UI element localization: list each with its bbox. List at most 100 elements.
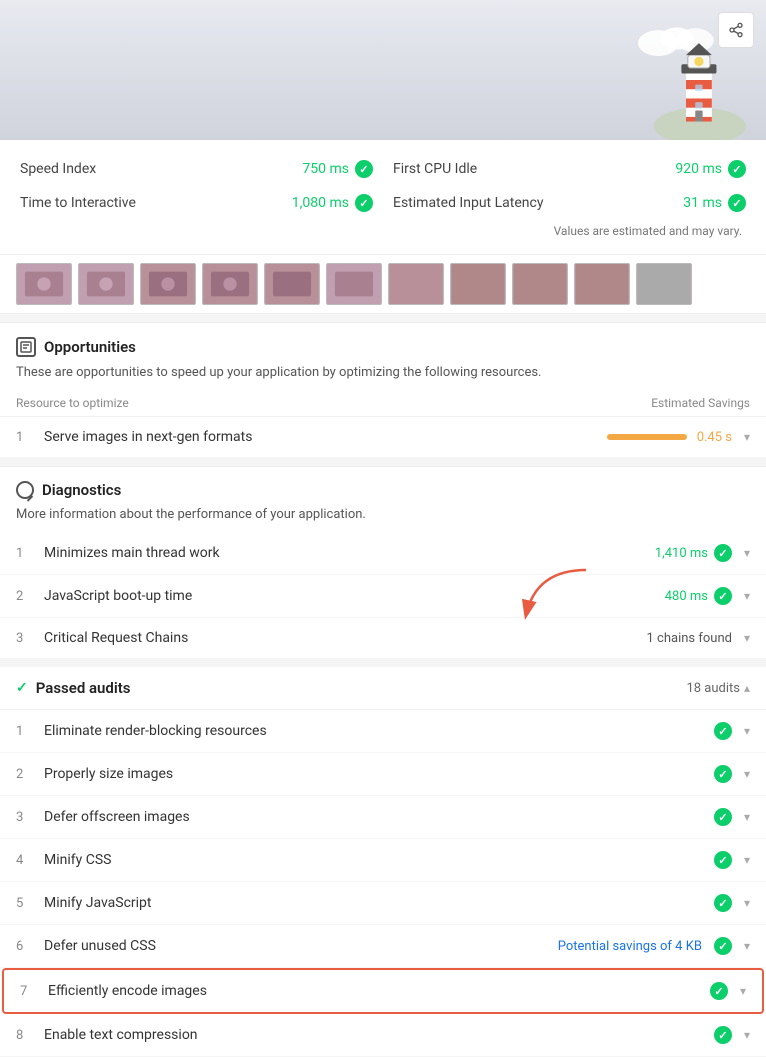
diagnostic-row-1[interactable]: 1 Minimizes main thread work 1,410 ms ▾ xyxy=(0,532,766,575)
diagnostic-label-3: Critical Request Chains xyxy=(44,630,635,646)
passed-label-3: Defer offscreen images xyxy=(44,809,702,825)
filmstrip-thumb-9 xyxy=(512,263,568,305)
passed-row-6[interactable]: 6 Defer unused CSS Potential savings of … xyxy=(0,925,766,968)
input-latency-row: Estimated Input Latency 31 ms xyxy=(393,190,746,216)
passed-label-2: Properly size images xyxy=(44,766,702,782)
passed-check-4 xyxy=(714,851,732,869)
diagnostic-value-2: 480 ms xyxy=(665,587,732,605)
passed-audits-chevron[interactable]: ▴ xyxy=(744,681,750,695)
passed-check-8 xyxy=(714,1026,732,1044)
passed-check-3 xyxy=(714,808,732,826)
input-latency-check xyxy=(728,194,746,212)
passed-label-4: Minify CSS xyxy=(44,852,702,868)
passed-audits-count-group: 18 audits ▴ xyxy=(686,681,750,696)
metrics-section: Speed Index 750 ms First CPU Idle 920 ms… xyxy=(0,140,766,255)
passed-num-1: 1 xyxy=(16,724,32,739)
filmstrip-thumb-3 xyxy=(140,263,196,305)
filmstrip-thumb-7 xyxy=(388,263,444,305)
col-resource-label: Resource to optimize xyxy=(16,396,129,410)
diagnostic-num-3: 3 xyxy=(16,631,32,646)
speed-index-label: Speed Index xyxy=(20,161,96,177)
arrow-annotation-2 xyxy=(516,565,596,625)
diagnostic-num-1: 1 xyxy=(16,546,32,561)
filmstrip-thumb-8 xyxy=(450,263,506,305)
passed-num-5: 5 xyxy=(16,896,32,911)
diagnostic-chevron-1[interactable]: ▾ xyxy=(744,546,750,560)
diagnostic-chains-3: 1 chains found xyxy=(647,631,732,646)
input-latency-value: 31 ms xyxy=(683,195,722,211)
diagnostic-chevron-2[interactable]: ▾ xyxy=(744,589,750,603)
passed-label-7: Efficiently encode images xyxy=(48,983,698,999)
passed-row-7[interactable]: 7 Efficiently encode images ▾ xyxy=(2,968,764,1014)
col-savings-label: Estimated Savings xyxy=(651,396,750,410)
tti-row: Time to Interactive 1,080 ms xyxy=(20,190,373,216)
passed-chevron-3[interactable]: ▾ xyxy=(744,810,750,824)
passed-row-8[interactable]: 8 Enable text compression ▾ xyxy=(0,1014,766,1057)
opportunities-icon xyxy=(16,337,36,357)
opportunities-title: Opportunities xyxy=(44,338,136,356)
passed-chevron-2[interactable]: ▾ xyxy=(744,767,750,781)
diagnostics-desc: More information about the performance o… xyxy=(0,505,766,532)
header-area xyxy=(0,0,766,140)
diagnostic-ms-1: 1,410 ms xyxy=(655,546,708,561)
passed-check-7 xyxy=(710,982,728,1000)
passed-chevron-7[interactable]: ▾ xyxy=(740,984,746,998)
passed-chevron-5[interactable]: ▾ xyxy=(744,896,750,910)
metrics-disclaimer: Values are estimated and may vary. xyxy=(20,224,746,238)
passed-row-4[interactable]: 4 Minify CSS ▾ xyxy=(0,839,766,882)
speed-index-value: 750 ms xyxy=(302,161,349,177)
diagnostic-row-2[interactable]: 2 JavaScript boot-up time 480 ms ▾ xyxy=(0,575,766,618)
diagnostics-title: Diagnostics xyxy=(42,481,121,499)
tti-label: Time to Interactive xyxy=(20,195,136,211)
passed-num-2: 2 xyxy=(16,767,32,782)
diagnostic-check-2 xyxy=(714,587,732,605)
opportunities-desc: These are opportunities to speed up your… xyxy=(0,363,766,390)
tti-value: 1,080 ms xyxy=(292,195,349,211)
passed-check-2 xyxy=(714,765,732,783)
passed-audits-title: Passed audits xyxy=(36,679,131,697)
input-latency-label: Estimated Input Latency xyxy=(393,195,543,211)
filmstrip-thumb-1 xyxy=(16,263,72,305)
passed-num-4: 4 xyxy=(16,853,32,868)
passed-chevron-4[interactable]: ▾ xyxy=(744,853,750,867)
passed-num-3: 3 xyxy=(16,810,32,825)
diagnostic-value-3: 1 chains found xyxy=(647,631,732,646)
share-button[interactable] xyxy=(718,12,754,48)
diagnostics-icon xyxy=(16,481,34,499)
passed-chevron-6[interactable]: ▾ xyxy=(744,939,750,953)
diagnostics-header: Diagnostics xyxy=(0,467,766,505)
diagnostic-chevron-3[interactable]: ▾ xyxy=(744,631,750,645)
opportunities-section: Opportunities These are opportunities to… xyxy=(0,322,766,458)
tti-check xyxy=(355,194,373,212)
passed-check-icon: ✓ xyxy=(16,680,28,696)
passed-row-2[interactable]: 2 Properly size images ▾ xyxy=(0,753,766,796)
passed-audits-header-left: ✓ Passed audits xyxy=(16,679,131,697)
opportunities-table-header: Resource to optimize Estimated Savings xyxy=(0,390,766,417)
passed-chevron-8[interactable]: ▾ xyxy=(744,1028,750,1042)
passed-chevron-1[interactable]: ▾ xyxy=(744,724,750,738)
passed-audits-header[interactable]: ✓ Passed audits 18 audits ▴ xyxy=(0,667,766,710)
diagnostic-label-1: Minimizes main thread work xyxy=(44,545,643,561)
passed-check-1 xyxy=(714,722,732,740)
passed-row-3[interactable]: 3 Defer offscreen images ▾ xyxy=(0,796,766,839)
first-cpu-idle-label: First CPU Idle xyxy=(393,161,477,177)
passed-label-5: Minify JavaScript xyxy=(44,895,702,911)
first-cpu-idle-value: 920 ms xyxy=(675,161,722,177)
diagnostic-row-3[interactable]: 3 Critical Request Chains 1 chains found… xyxy=(0,618,766,659)
filmstrip-thumb-6 xyxy=(326,263,382,305)
passed-row-5[interactable]: 5 Minify JavaScript ▾ xyxy=(0,882,766,925)
passed-check-6 xyxy=(714,937,732,955)
opportunity-savings-1: 0.45 s xyxy=(697,430,732,445)
passed-num-7: 7 xyxy=(20,984,36,999)
opportunity-row-1[interactable]: 1 Serve images in next-gen formats 0.45 … xyxy=(0,417,766,458)
tti-value-group: 1,080 ms xyxy=(292,194,373,212)
passed-row-1[interactable]: 1 Eliminate render-blocking resources ▾ xyxy=(0,710,766,753)
diagnostic-value-1: 1,410 ms xyxy=(655,544,732,562)
passed-num-8: 8 xyxy=(16,1028,32,1043)
first-cpu-idle-check xyxy=(728,160,746,178)
opportunity-chevron-1[interactable]: ▾ xyxy=(744,430,750,444)
speed-index-row: Speed Index 750 ms xyxy=(20,156,373,182)
diagnostic-ms-2: 480 ms xyxy=(665,589,708,604)
passed-check-5 xyxy=(714,894,732,912)
filmstrip-thumb-10 xyxy=(574,263,630,305)
